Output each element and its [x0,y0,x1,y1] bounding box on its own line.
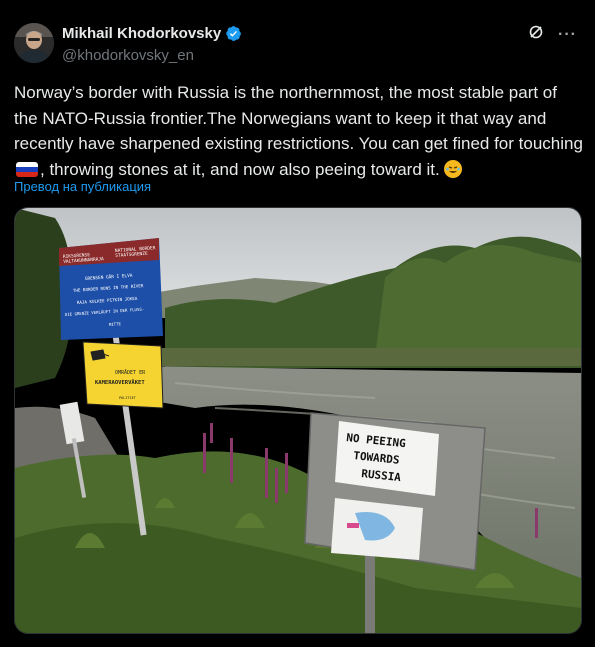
post-text: Norway’s border with Russia is the north… [14,80,584,182]
no-peeing-sign-post [365,548,375,633]
post-top-actions: ··· [528,24,577,45]
avatar-photo-icon [14,23,54,63]
post-image[interactable]: RIKSGRENSEVALTAKUNNANRAJA NATIONAL BORDE… [14,207,582,634]
border-photo: RIKSGRENSEVALTAKUNNANRAJA NATIONAL BORDE… [15,208,581,633]
camera-sign-line-2: KAMERAOVERVÅKET [95,379,145,386]
author-display-name[interactable]: Mikhail Khodorkovsky [62,25,221,42]
camera-sign-line-1: OMRÅDET ER [115,369,146,376]
author-name-row: Mikhail Khodorkovsky [62,25,242,42]
verified-badge-icon [226,26,242,41]
post-card: Mikhail Khodorkovsky @khodorkovsky_en ··… [0,0,595,647]
more-options-icon[interactable]: ··· [558,26,577,44]
border-sign: RIKSGRENSEVALTAKUNNANRAJA NATIONAL BORDE… [59,238,163,340]
camera-sign: OMRÅDET ER KAMERAOVERVÅKET POLITIET [82,341,164,409]
post-text-part-2: , throwing stones at it, and now also pe… [40,159,445,179]
border-sign-line-5: MITTE [109,321,122,327]
far-bank [155,348,581,366]
author-handle[interactable]: @khodorkovsky_en [62,47,194,64]
author-avatar[interactable] [14,23,54,63]
translate-post-link[interactable]: Превод на публикация [14,179,151,194]
grok-icon[interactable] [528,24,544,45]
post-text-part-1: Norway’s border with Russia is the north… [14,83,588,153]
camera-sign-small: POLITIET [119,396,137,400]
russian-flag-icon [16,161,38,177]
rolling-laughing-emoji-icon [444,159,463,178]
